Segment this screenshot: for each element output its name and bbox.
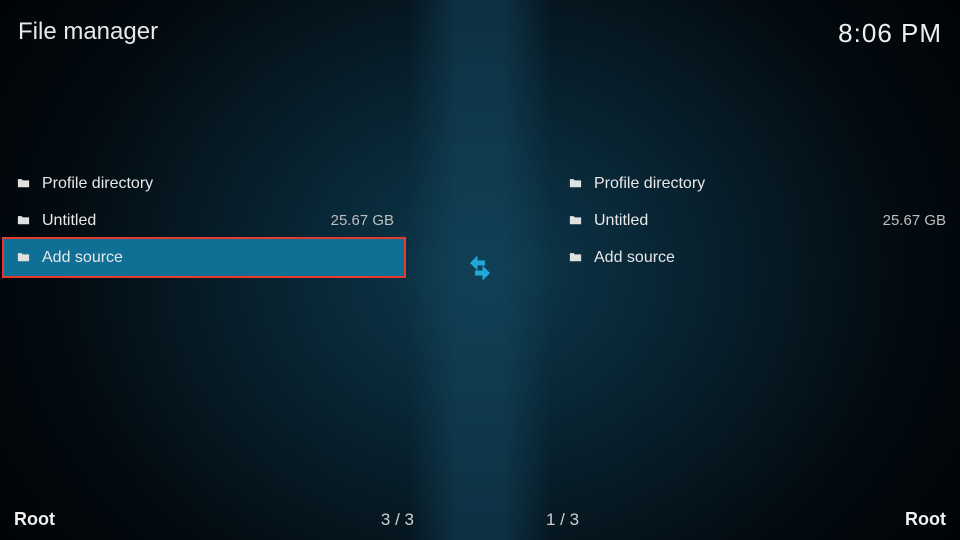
file-row[interactable]: Untitled 25.67 GB <box>4 202 404 239</box>
left-status-bar: Root 3 / 3 <box>14 509 414 530</box>
file-row[interactable]: Untitled 25.67 GB <box>556 202 956 239</box>
left-status-label: Root <box>14 509 55 530</box>
transfer-arrows-icon <box>465 253 495 283</box>
file-row-label: Add source <box>42 249 384 267</box>
right-pane: Profile directory Untitled 25.67 GB Add … <box>556 165 956 500</box>
center-divider <box>408 0 552 540</box>
header-bar: File manager 8:06 PM <box>0 0 960 60</box>
folder-icon <box>14 213 32 228</box>
left-status-count: 3 / 3 <box>381 510 414 530</box>
right-status-bar: 1 / 3 Root <box>546 509 946 530</box>
file-row-label: Profile directory <box>594 175 936 193</box>
file-row[interactable]: Profile directory <box>4 165 404 202</box>
add-source-row[interactable]: Add source <box>556 239 956 276</box>
file-row-label: Untitled <box>594 212 873 230</box>
file-row[interactable]: Profile directory <box>556 165 956 202</box>
page-title: File manager <box>18 18 158 46</box>
file-row-label: Untitled <box>42 212 321 230</box>
right-status-label: Root <box>905 509 946 530</box>
file-row-meta: 25.67 GB <box>883 212 946 229</box>
folder-icon <box>566 250 584 265</box>
folder-icon <box>14 250 32 265</box>
file-row-label: Add source <box>594 249 936 267</box>
folder-icon <box>14 176 32 191</box>
file-row-meta: 25.67 GB <box>331 212 394 229</box>
add-source-row[interactable]: Add source <box>4 239 404 276</box>
clock: 8:06 PM <box>838 18 942 49</box>
folder-icon <box>566 213 584 228</box>
right-status-count: 1 / 3 <box>546 510 579 530</box>
left-pane: Profile directory Untitled 25.67 GB Add … <box>4 165 404 500</box>
folder-icon <box>566 176 584 191</box>
file-row-label: Profile directory <box>42 175 384 193</box>
